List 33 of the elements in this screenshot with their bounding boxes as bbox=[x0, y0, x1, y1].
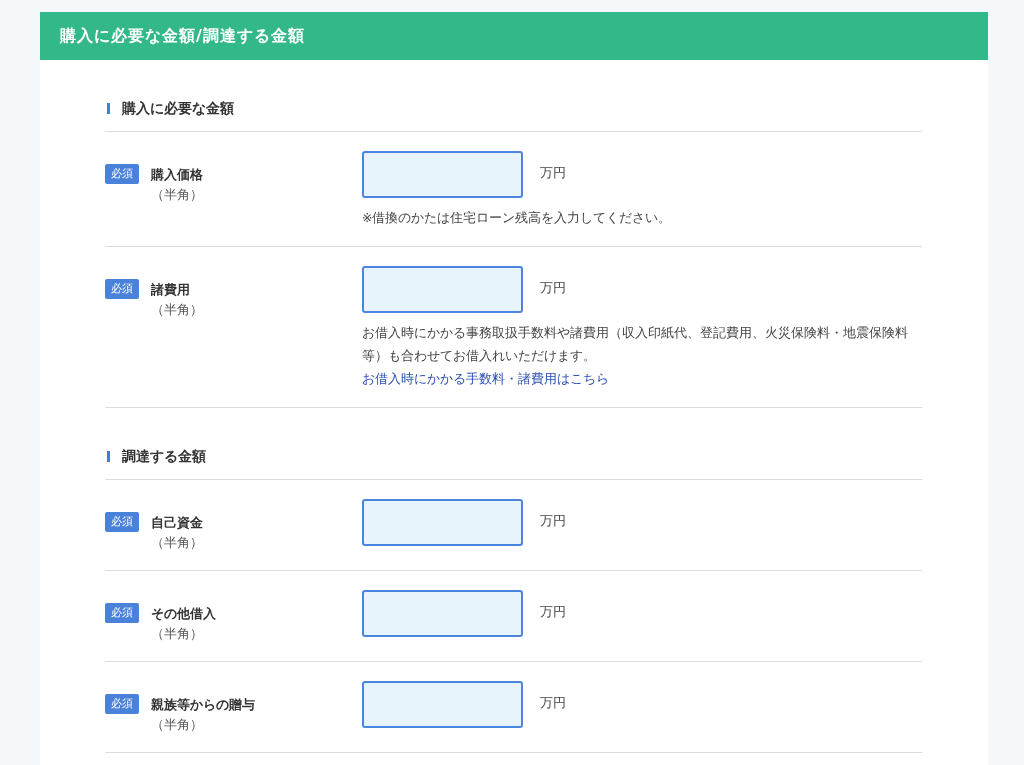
heading-accent-bar bbox=[107, 102, 110, 114]
field-hint: （半角） bbox=[151, 625, 204, 643]
heading-accent-bar bbox=[107, 450, 110, 462]
required-badge: 必須 bbox=[105, 512, 139, 532]
field-hint: （半角） bbox=[151, 716, 204, 734]
amount-input[interactable] bbox=[362, 151, 523, 198]
field-hint: （半角） bbox=[151, 186, 203, 204]
unit-label: 万円 bbox=[540, 602, 566, 621]
field-label: 親族等からの贈与 bbox=[151, 696, 255, 714]
field-label: 購入価格 bbox=[151, 166, 203, 184]
amount-input[interactable] bbox=[362, 590, 523, 637]
unit-label: 万円 bbox=[540, 693, 566, 712]
fees-link[interactable]: お借入時にかかる手数料・諸費用はこちら bbox=[362, 368, 609, 390]
field-note: お借入時にかかる事務取扱手数料や諸費用（収入印紙代、登記費用、火災保険料・地震保険料等）も合わせてお借入れいただけます。 bbox=[362, 324, 909, 365]
field-hint: （半角） bbox=[151, 534, 203, 552]
required-badge: 必須 bbox=[105, 603, 139, 623]
amount-input[interactable] bbox=[362, 499, 523, 546]
field-note: ※借換のかたは住宅ローン残高を入力してください。 bbox=[362, 209, 673, 227]
section-heading: 調達する金額 bbox=[122, 447, 206, 466]
required-badge: 必須 bbox=[105, 279, 139, 299]
section-heading: 購入に必要な金額 bbox=[122, 99, 234, 118]
field-hint: （半角） bbox=[151, 301, 203, 319]
unit-label: 万円 bbox=[540, 163, 566, 182]
required-badge: 必須 bbox=[105, 164, 139, 184]
field-label: その他借入 bbox=[151, 605, 216, 623]
unit-label: 万円 bbox=[540, 511, 566, 530]
field-label: 自己資金 bbox=[151, 514, 203, 532]
field-label: 諸費用 bbox=[151, 281, 191, 299]
header-title: 購入に必要な金額/調達する金額 bbox=[60, 25, 305, 47]
amount-input[interactable] bbox=[362, 681, 523, 728]
amount-input[interactable] bbox=[362, 266, 523, 313]
unit-label: 万円 bbox=[540, 278, 566, 297]
required-badge: 必須 bbox=[105, 694, 139, 714]
